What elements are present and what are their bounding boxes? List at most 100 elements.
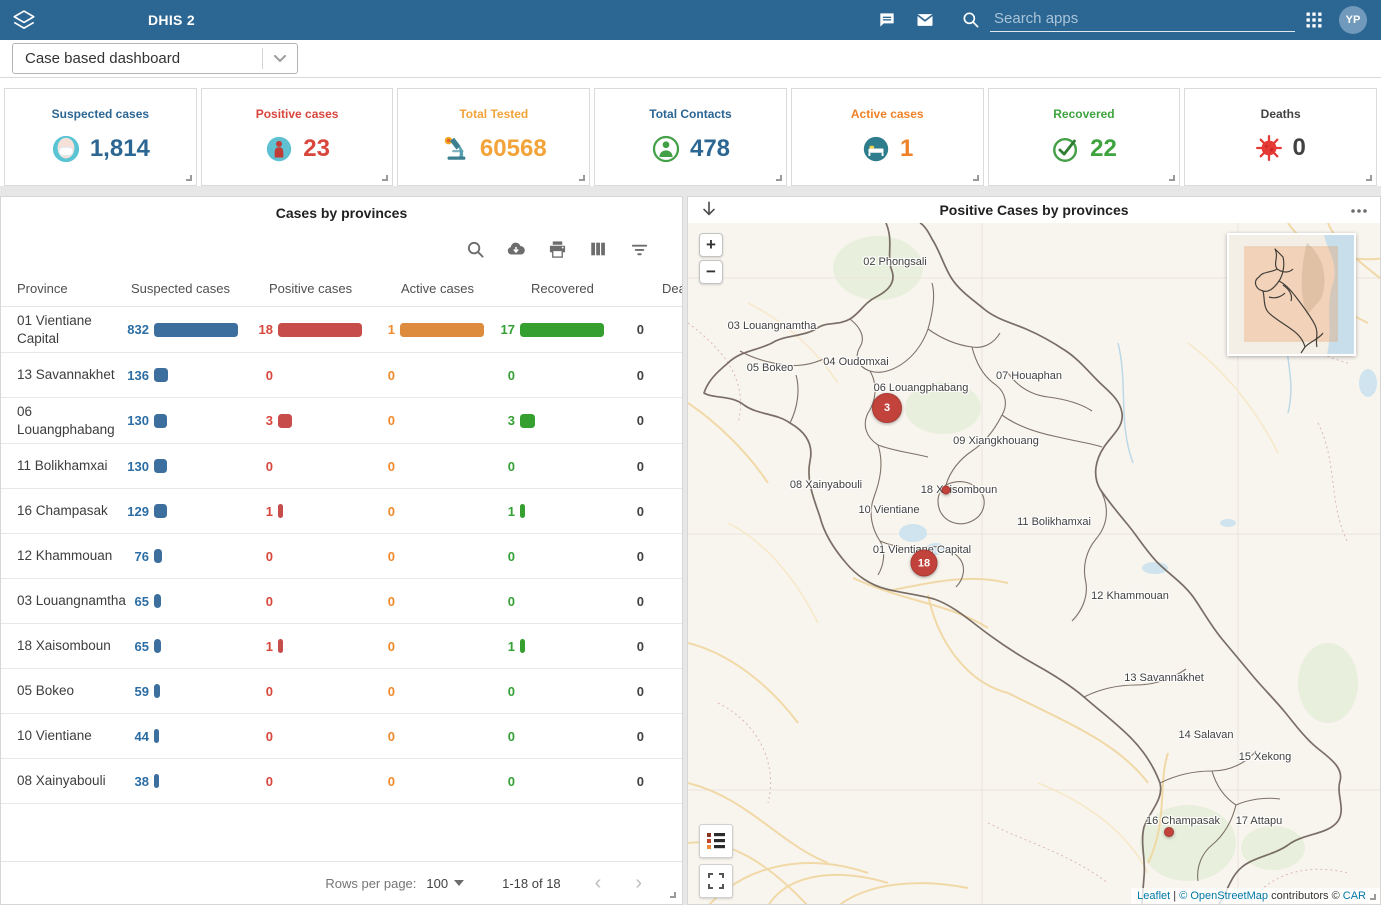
- dashboard-select[interactable]: Case based dashboard: [12, 43, 298, 74]
- deaths-cell: 0: [613, 504, 682, 519]
- carto-link[interactable]: CAR: [1343, 890, 1366, 902]
- resize-handle[interactable]: [776, 175, 782, 181]
- positive-cell: 0: [251, 774, 373, 789]
- rows-per-page-label: Rows per page:: [325, 876, 416, 891]
- apps-grid-icon[interactable]: [1295, 10, 1333, 30]
- province-map-label: 03 Louangnamtha: [728, 320, 817, 332]
- download-arrow-icon[interactable]: [700, 200, 718, 223]
- suspected-bar: [154, 684, 160, 698]
- deaths-cell: 0: [613, 774, 682, 789]
- province-cell: 16 Champasak: [1, 502, 127, 520]
- zoom-in-button[interactable]: +: [699, 233, 723, 257]
- top-bar: DHIS 2 YP: [0, 0, 1381, 40]
- active-bar: [400, 323, 484, 337]
- microscope-icon: [441, 134, 471, 164]
- province-map-label: 12 Khammouan: [1091, 590, 1169, 602]
- col-header-recovered[interactable]: Recovered: [493, 281, 613, 296]
- resize-handle[interactable]: [973, 175, 979, 181]
- province-map-label: 10 Vientiane: [859, 504, 920, 516]
- province-map-label: 17 Attapu: [1236, 815, 1283, 827]
- col-header-positive[interactable]: Positive cases: [251, 281, 373, 296]
- col-header-suspected[interactable]: Suspected cases: [127, 281, 251, 296]
- map-header: Positive Cases by provinces: [688, 197, 1380, 223]
- recovered-bar: [520, 504, 525, 518]
- province-map-label: 11 Bolikhamxai: [1017, 516, 1091, 528]
- columns-icon[interactable]: [588, 239, 608, 259]
- recovered-cell: 3: [493, 413, 613, 428]
- card-positive-cases: Positive cases 23: [201, 88, 394, 186]
- card-value: 23: [303, 135, 330, 163]
- suspected-cell: 832: [127, 322, 251, 337]
- resize-handle[interactable]: [670, 892, 676, 898]
- positive-cell: 0: [251, 549, 373, 564]
- resize-handle[interactable]: [1370, 894, 1376, 900]
- case-dot-marker[interactable]: [942, 486, 951, 495]
- filter-icon[interactable]: [629, 239, 649, 259]
- active-cell: 0: [373, 368, 493, 383]
- card-value: 0: [1292, 134, 1305, 162]
- active-cell: 0: [373, 684, 493, 699]
- table-search-icon[interactable]: [465, 239, 485, 259]
- positive-cell: 1: [251, 639, 373, 654]
- resize-handle[interactable]: [186, 175, 192, 181]
- suspected-cell: 38: [127, 774, 251, 789]
- case-count-marker[interactable]: 18: [911, 550, 938, 577]
- fullscreen-button[interactable]: [699, 864, 733, 898]
- map-title: Positive Cases by provinces: [688, 202, 1380, 218]
- suspected-bar: [154, 323, 238, 337]
- leaflet-link[interactable]: Leaflet: [1137, 890, 1170, 902]
- province-map-label: 18 Xaisomboun: [921, 484, 997, 496]
- table-row: 01 Vientiane Capital832181170: [1, 307, 682, 353]
- dhis2-logo[interactable]: [0, 7, 48, 33]
- search-apps-input[interactable]: [990, 8, 1295, 32]
- positive-cell: 0: [251, 729, 373, 744]
- recovered-cell: 17: [493, 322, 613, 337]
- app-title: DHIS 2: [148, 12, 195, 28]
- case-dot-marker[interactable]: [1164, 827, 1174, 837]
- prev-page-button[interactable]: ‹: [595, 873, 602, 893]
- positive-bar: [278, 504, 283, 518]
- messages-icon[interactable]: [906, 10, 944, 30]
- next-page-button[interactable]: ›: [635, 873, 642, 893]
- recovered-cell: 0: [493, 549, 613, 564]
- overview-inset-map[interactable]: [1227, 233, 1356, 356]
- resize-handle[interactable]: [1366, 175, 1372, 181]
- legend-toggle-button[interactable]: [699, 824, 733, 858]
- col-header-province[interactable]: Province: [1, 281, 127, 296]
- table-row: 05 Bokeo590000: [1, 669, 682, 714]
- active-cell: 0: [373, 549, 493, 564]
- map-canvas[interactable]: + −: [688, 223, 1380, 904]
- card-value: 478: [690, 135, 730, 163]
- province-map-label: 07 Houaphan: [996, 370, 1062, 382]
- suspected-bar: [154, 459, 167, 473]
- province-map-label: 08 Xainyabouli: [790, 479, 862, 491]
- resize-handle[interactable]: [1169, 175, 1175, 181]
- map-attribution: Leaflet | © OpenStreetMap contributors ©…: [1131, 888, 1380, 904]
- case-count-marker[interactable]: 3: [872, 393, 902, 423]
- download-icon[interactable]: [506, 239, 526, 259]
- col-header-active[interactable]: Active cases: [373, 281, 493, 296]
- suspected-cell: 76: [127, 549, 251, 564]
- zoom-out-button[interactable]: −: [699, 260, 723, 284]
- col-header-deaths[interactable]: Deaths: [613, 281, 683, 296]
- recovered-cell: 0: [493, 459, 613, 474]
- resize-handle[interactable]: [579, 175, 585, 181]
- osm-link[interactable]: © OpenStreetMap: [1179, 890, 1268, 902]
- card-label: Positive cases: [202, 107, 393, 121]
- recovered-cell: 0: [493, 368, 613, 383]
- province-map-label: 09 Xiangkhouang: [953, 435, 1039, 447]
- avatar[interactable]: YP: [1339, 6, 1367, 34]
- active-cell: 1: [373, 322, 493, 337]
- active-cell: 0: [373, 459, 493, 474]
- rows-per-page-select[interactable]: 100: [426, 876, 464, 891]
- layers-icon: [11, 7, 37, 33]
- resize-handle[interactable]: [382, 175, 388, 181]
- print-icon[interactable]: [547, 239, 567, 259]
- positive-bar: [278, 414, 292, 428]
- more-options-icon[interactable]: [1350, 201, 1368, 219]
- interpretations-icon[interactable]: [868, 10, 906, 30]
- province-cell: 11 Bolikhamxai: [1, 457, 127, 475]
- pagination-range: 1-18 of 18: [502, 876, 561, 891]
- positive-cell: 0: [251, 684, 373, 699]
- map-panel: Positive Cases by provinces: [687, 196, 1381, 905]
